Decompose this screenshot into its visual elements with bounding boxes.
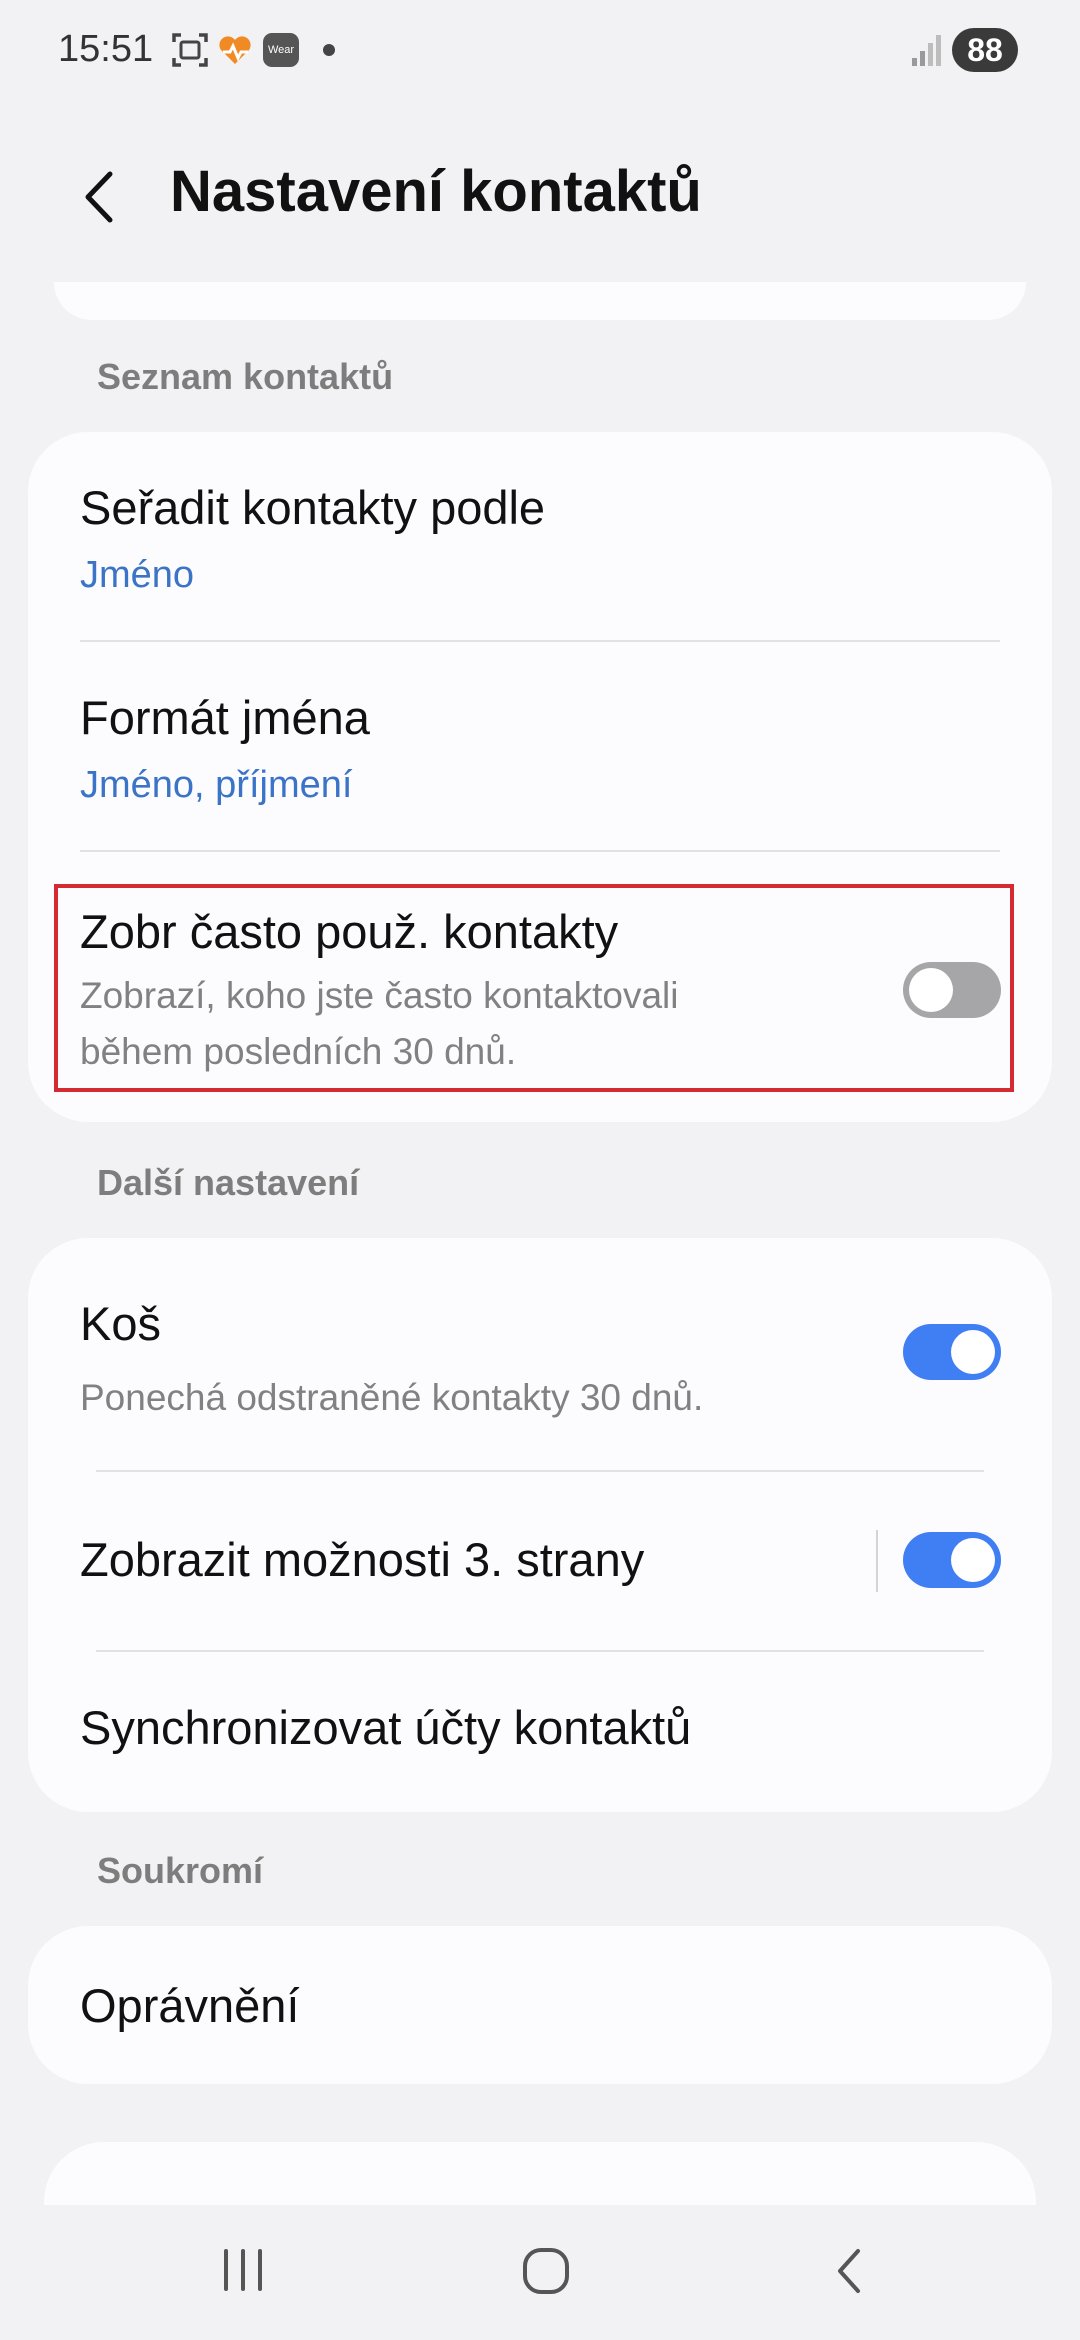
trash-title: Koš <box>80 1297 161 1350</box>
sync-accounts-setting[interactable]: Synchronizovat účty kontaktů <box>28 1652 1052 1812</box>
toggle-separator <box>876 1530 878 1592</box>
name-format-setting[interactable]: Formát jména Jméno, příjmení <box>28 642 1052 850</box>
more-settings-card: Koš Ponechá odstraněné kontakty 30 dnů. … <box>28 1238 1052 1812</box>
trash-setting[interactable]: Koš Ponechá odstraněné kontakty 30 dnů. <box>28 1238 1052 1472</box>
signal-icon <box>912 35 941 66</box>
status-time: 15:51 <box>58 28 154 70</box>
name-format-title: Formát jména <box>80 691 370 744</box>
third-party-setting[interactable]: Zobrazit možnosti 3. strany <box>28 1472 1052 1650</box>
app-bar: Nastavení kontaktů <box>0 140 1080 250</box>
sort-contacts-value: Jméno <box>80 554 195 596</box>
trash-toggle[interactable] <box>903 1324 1001 1380</box>
trash-description: Ponechá odstraněné kontakty 30 dnů. <box>80 1377 704 1418</box>
sort-contacts-title: Seřadit kontakty podle <box>80 481 546 534</box>
section-header-privacy: Soukromí <box>97 1850 264 1891</box>
recent-apps-icon[interactable] <box>218 2245 268 2295</box>
status-bar: 15:51 Wear 88 <box>0 0 1080 100</box>
previous-card-edge <box>54 282 1026 320</box>
privacy-card: Oprávnění <box>28 1926 1052 2084</box>
back-icon[interactable] <box>830 2245 870 2297</box>
permissions-setting[interactable]: Oprávnění <box>28 1926 1052 2084</box>
heart-app-icon <box>219 36 251 64</box>
toggle-knob <box>951 1538 995 1582</box>
battery-indicator: 88 <box>952 28 1018 72</box>
third-party-toggle[interactable] <box>903 1532 1001 1588</box>
screenshot-icon <box>172 33 208 67</box>
home-icon[interactable] <box>520 2245 572 2297</box>
name-format-value: Jméno, příjmení <box>80 764 353 806</box>
highlight-frame <box>54 884 1014 1092</box>
permissions-title: Oprávnění <box>80 1979 300 2032</box>
sync-accounts-title: Synchronizovat účty kontaktů <box>80 1701 692 1754</box>
navigation-bar <box>0 2205 1080 2340</box>
sort-contacts-setting[interactable]: Seřadit kontakty podle Jméno <box>28 432 1052 640</box>
wear-icon: Wear <box>263 33 299 67</box>
section-header-more-settings: Další nastavení <box>97 1162 360 1203</box>
third-party-title: Zobrazit možnosti 3. strany <box>80 1533 645 1586</box>
section-header-contacts-list: Seznam kontaktů <box>97 356 394 397</box>
toggle-knob <box>951 1330 995 1374</box>
chevron-left-icon[interactable] <box>70 162 130 232</box>
notification-dot-icon <box>323 44 335 56</box>
page-title: Nastavení kontaktů <box>170 159 702 224</box>
